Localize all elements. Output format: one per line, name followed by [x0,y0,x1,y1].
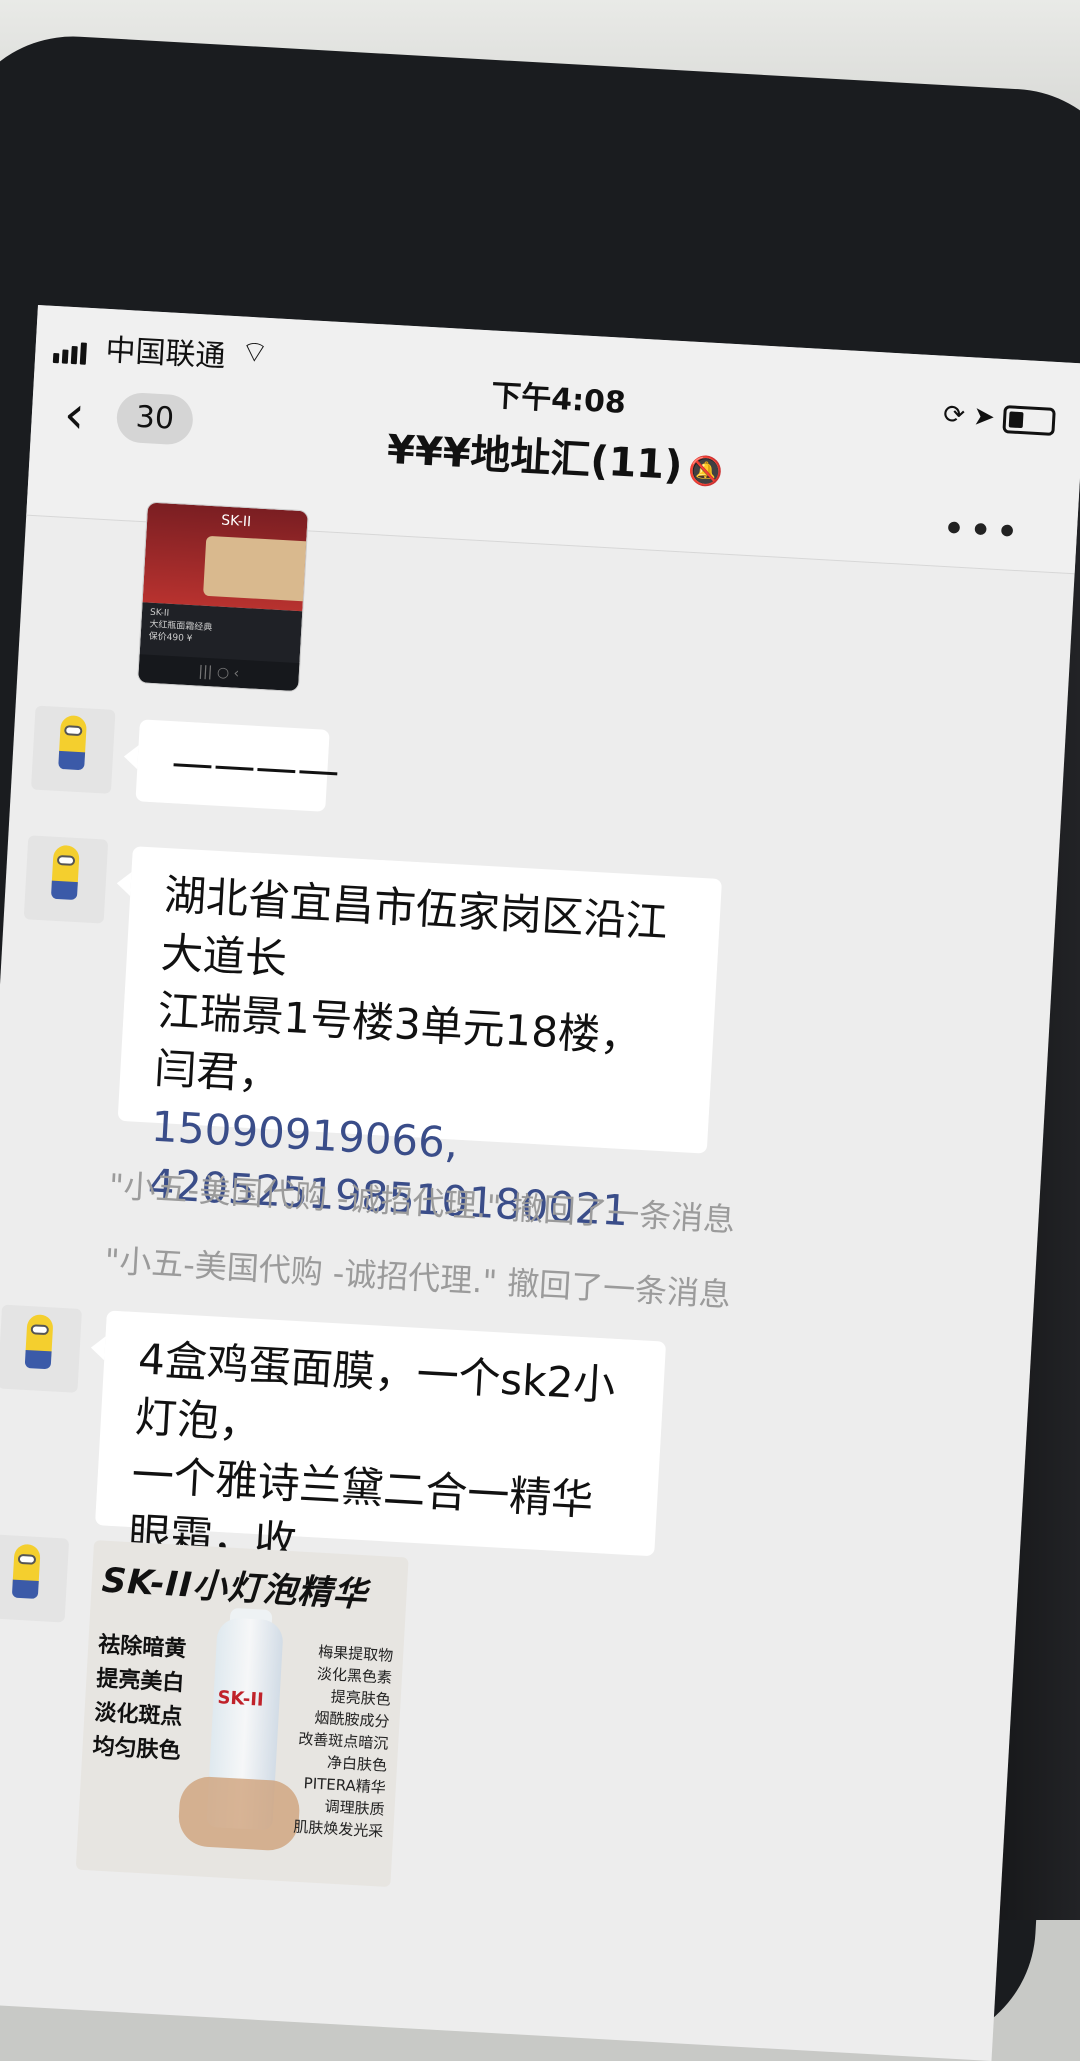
avatar[interactable] [23,835,109,924]
location-icon: ➤ [972,401,996,433]
poster-right-claims: 梅果提取物 淡化黑色素 提亮肤色 烟酰胺成分 改善斑点暗沉 净白肤色 PITER… [273,1639,394,1843]
chat-title-text: ¥¥¥地址汇(11) [385,426,684,490]
recall-notice: "小五-美国代购 -诚招代理." 撤回了一条消息 [103,1241,732,1315]
minion-avatar-icon [51,844,80,893]
message-text: ———— [170,737,341,796]
minion-avatar-icon [25,1313,54,1362]
thumbnail-caption: SK-II 大红瓶面霜经典 保价490 ¥ [148,607,290,651]
poster-claim: 均匀肤色 [91,1734,182,1765]
avatar[interactable] [0,1304,83,1393]
bottle-label: SK-II [216,1687,265,1711]
image-message-poster[interactable]: SK-II小灯泡精华 祛除暗黄 提亮美白 淡化斑点 均匀肤色 SK-II 梅果提… [75,1540,409,1888]
image-message-thumbnail[interactable]: SK-II SK-II 大红瓶面霜经典 保价490 ¥ ||| ○ ‹ [137,501,309,693]
mute-bell-icon: 🔕 [687,453,724,489]
message-bubble-dash[interactable]: ———— [135,719,341,812]
phone-screen: 中国联通 ⌔ 下午4:08 ⟳ ➤ ‹ 30 ¥¥¥地址汇(11) 🔕 ••• S… [0,305,1080,2061]
battery-icon [1002,404,1056,436]
avatar[interactable] [30,705,116,794]
rotation-lock-icon: ⟳ [942,399,966,431]
thumbnail-brand: SK-II [220,512,252,531]
poster-left-claims: 祛除暗黄 提亮美白 淡化斑点 均匀肤色 [92,1628,209,1770]
minion-avatar-icon [12,1543,41,1592]
message-bubble-order[interactable]: 4盒鸡蛋面膜，一个sk2小灯泡， 一个雅诗兰黛二合一精华眼霜，收 款1505 [94,1310,667,1623]
message-bubble-address[interactable]: 湖北省宜昌市伍家岗区沿江大道长 江瑞景1号楼3单元18楼，闫君， 1509091… [117,846,723,1235]
avatar[interactable] [0,1534,70,1623]
thumbnail-stand [203,535,309,602]
status-right-icons: ⟳ ➤ [942,400,1056,436]
more-options-icon[interactable]: ••• [941,506,1023,556]
minion-avatar-icon [58,714,88,763]
